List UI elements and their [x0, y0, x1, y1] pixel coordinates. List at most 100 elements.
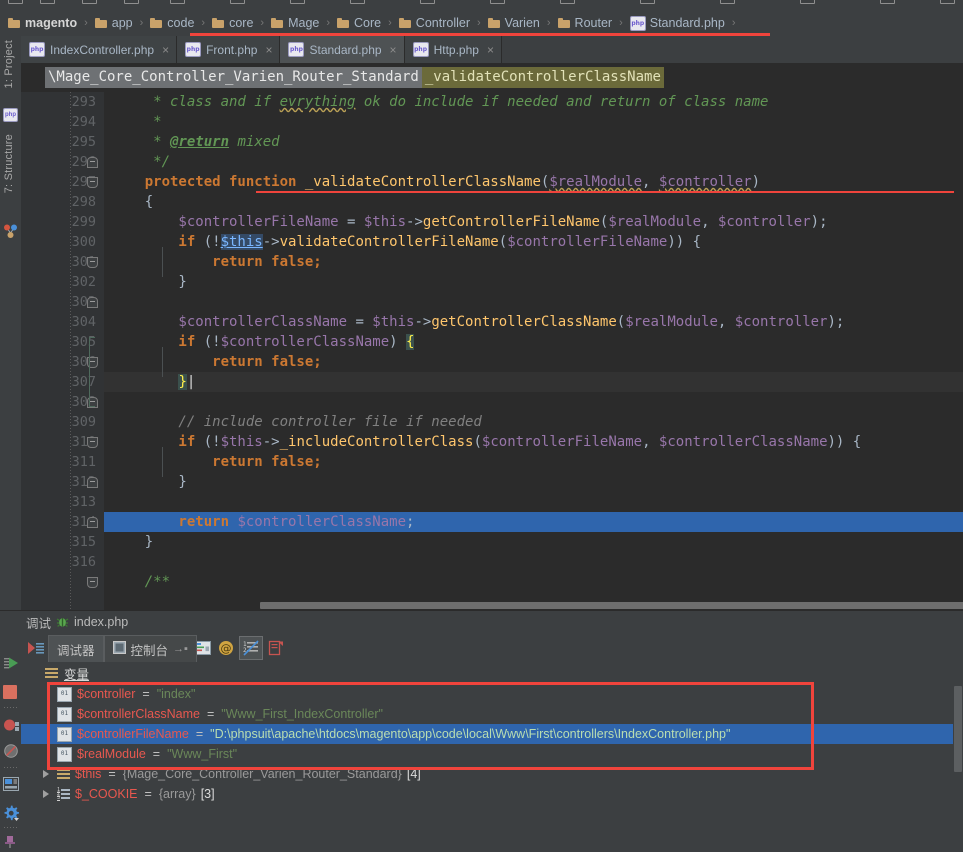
fold-marker[interactable]: [87, 177, 98, 188]
breadcrumb-separator: ›: [260, 17, 265, 29]
equals-sign: =: [108, 767, 116, 781]
fold-marker[interactable]: [87, 477, 98, 488]
code-line-selected[interactable]: return $controllerClassName;: [104, 512, 963, 532]
scrollbar-thumb[interactable]: [260, 602, 963, 609]
equals-sign: =: [144, 787, 152, 801]
variables-list[interactable]: 01 $controller = "index" 01 $controllerC…: [21, 684, 963, 813]
stop-icon[interactable]: [3, 685, 19, 701]
code-line[interactable]: return false;: [104, 452, 963, 472]
editor-tab-bar[interactable]: php IndexController.php × php Front.php …: [21, 36, 963, 63]
code-line[interactable]: */: [104, 152, 963, 172]
code-line[interactable]: protected function _validateControllerCl…: [104, 172, 963, 192]
debug-tabs[interactable]: 调试器 控制台 →▪: [48, 635, 197, 662]
fold-marker[interactable]: [87, 157, 98, 168]
expand-arrow-icon[interactable]: [43, 770, 49, 778]
code-line[interactable]: * @return mixed: [104, 132, 963, 152]
code-line[interactable]: {: [104, 192, 963, 212]
variable-row-realmodule[interactable]: 01 $realModule = "Www_First": [21, 744, 963, 764]
breadcrumb-item-magento[interactable]: magento: [6, 10, 79, 36]
variable-row-controllerclassname[interactable]: 01 $controllerClassName = "Www_First_Ind…: [21, 704, 963, 724]
tab-standard-php[interactable]: php Standard.php ×: [280, 36, 405, 63]
code-line[interactable]: [104, 552, 963, 572]
code-editor[interactable]: 293 294 295 296 297 298 299 300 301 302 …: [21, 92, 963, 610]
fold-marker[interactable]: [87, 577, 98, 588]
folder-icon: [94, 17, 108, 29]
code-line[interactable]: }: [104, 272, 963, 292]
code-line[interactable]: $controllerFileName = $this->getControll…: [104, 212, 963, 232]
debug-side-toolbar[interactable]: [0, 633, 21, 848]
fold-marker[interactable]: [87, 257, 98, 268]
variable-row-controller[interactable]: 01 $controller = "index": [21, 684, 963, 704]
nav-method-chip[interactable]: _validateControllerClassName: [421, 67, 664, 88]
fold-marker[interactable]: [87, 297, 98, 308]
console-icon: [112, 641, 126, 657]
resume-program-icon[interactable]: [3, 655, 19, 671]
code-line[interactable]: // include controller file if needed: [104, 412, 963, 432]
code-line[interactable]: }: [104, 472, 963, 492]
code-line[interactable]: return false;: [104, 352, 963, 372]
expand-arrow-icon[interactable]: [43, 790, 49, 798]
php-icon[interactable]: php: [3, 108, 18, 122]
show-execution-point-icon[interactable]: [25, 637, 47, 659]
editor-gutter[interactable]: 293 294 295 296 297 298 299 300 301 302 …: [21, 92, 104, 610]
tab-front-php[interactable]: php Front.php ×: [177, 36, 281, 63]
close-icon[interactable]: ×: [487, 43, 494, 57]
sidebar-item-structure[interactable]: 7: Structure: [3, 134, 15, 196]
variables-scrollbar[interactable]: [953, 684, 963, 813]
variable-name: $realModule: [77, 747, 146, 761]
settings-gear-icon[interactable]: [3, 805, 19, 821]
breadcrumb-item-app[interactable]: app: [93, 10, 135, 36]
view-breakpoints-icon[interactable]: [3, 743, 19, 759]
tab-http-php[interactable]: php Http.php ×: [404, 36, 502, 63]
code-line[interactable]: if (!$this->validateControllerFileName($…: [104, 232, 963, 252]
debug-tool-window[interactable]: 调试 index.php @ 1 2 调试器 控制台 →▪ 变量 01 $con…: [0, 610, 963, 848]
sidebar-item-project[interactable]: 1: Project: [3, 40, 15, 91]
tab-overflow-icon[interactable]: →▪: [173, 643, 188, 655]
object-icon: [57, 769, 70, 779]
structure-navigation-bar[interactable]: \Mage_Core_Controller_Varien_Router_Stan…: [21, 63, 963, 92]
line-number: 293: [71, 94, 96, 110]
tab-debugger[interactable]: 调试器: [48, 635, 104, 662]
code-line[interactable]: }|: [104, 372, 963, 392]
export-threads-icon[interactable]: [265, 637, 287, 659]
code-line[interactable]: }: [104, 532, 963, 552]
close-icon[interactable]: ×: [265, 43, 272, 57]
code-line[interactable]: $controllerClassName = $this->getControl…: [104, 312, 963, 332]
code-line[interactable]: * class and if evrything ok do include i…: [104, 92, 963, 112]
fold-marker[interactable]: [87, 437, 98, 448]
mute-breakpoints-icon[interactable]: [3, 717, 19, 733]
code-line[interactable]: if (!$this->_includeControllerClass($con…: [104, 432, 963, 452]
pin-icon[interactable]: [3, 835, 19, 851]
breadcrumb[interactable]: magento › app › code › core › Mage › Cor…: [0, 10, 963, 36]
tab-indexcontroller-php[interactable]: php IndexController.php ×: [21, 36, 178, 63]
variable-row-this[interactable]: $this = {Mage_Core_Controller_Varien_Rou…: [21, 764, 963, 784]
code-line[interactable]: *: [104, 112, 963, 132]
tab-label: 调试器: [57, 643, 95, 658]
code-line[interactable]: [104, 392, 963, 412]
code-line[interactable]: [104, 492, 963, 512]
code-line[interactable]: [104, 292, 963, 312]
tab-console[interactable]: 控制台 →▪: [103, 635, 197, 662]
code-line[interactable]: if (!$controllerClassName) {: [104, 332, 963, 352]
code-line[interactable]: return false;: [104, 252, 963, 272]
close-icon[interactable]: ×: [162, 43, 169, 57]
equals-sign: =: [206, 707, 215, 721]
scrollbar-thumb[interactable]: [954, 686, 962, 772]
close-icon[interactable]: ×: [390, 43, 397, 57]
line-number: 304: [71, 314, 96, 330]
php-file-icon: php: [288, 42, 305, 57]
nav-class-chip[interactable]: \Mage_Core_Controller_Varien_Router_Stan…: [45, 67, 422, 88]
restore-layout-icon[interactable]: [3, 777, 19, 793]
line-number: 299: [71, 214, 96, 230]
variables-label: 变量: [64, 668, 90, 682]
watches-icon[interactable]: @: [215, 637, 237, 659]
force-run-to-cursor-icon[interactable]: 1 2: [239, 636, 263, 660]
editor-horizontal-scrollbar[interactable]: [187, 601, 963, 610]
variable-row-controllerfilename[interactable]: 01 $controllerFileName = "D:\phpsuit\apa…: [21, 724, 963, 744]
fold-marker[interactable]: [87, 517, 98, 528]
code-content[interactable]: * class and if evrything ok do include i…: [104, 92, 963, 610]
variables-panel[interactable]: 变量 01 $controller = "index" 01 $controll…: [21, 663, 963, 813]
variable-row-cookie[interactable]: 123 $_COOKIE = {array} [3]: [21, 784, 963, 804]
code-line[interactable]: /**: [104, 572, 963, 592]
hierarchy-icon[interactable]: [3, 224, 18, 240]
